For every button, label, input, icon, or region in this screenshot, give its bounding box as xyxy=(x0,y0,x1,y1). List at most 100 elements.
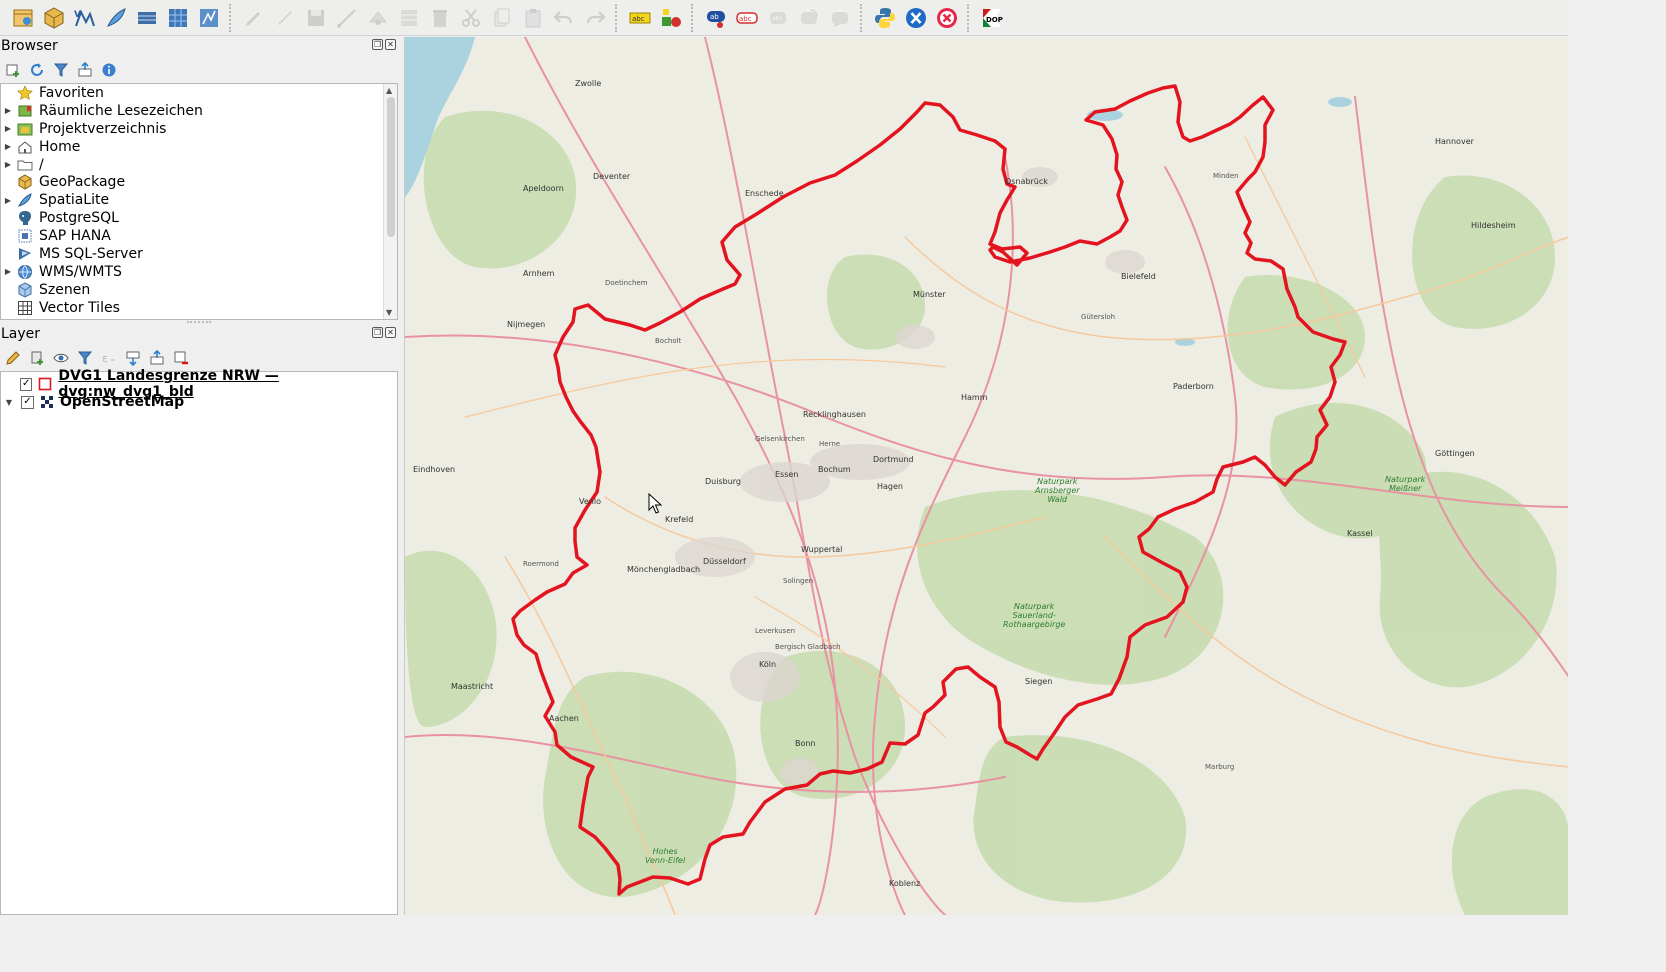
svg-text:V: V xyxy=(74,10,81,20)
map-park-label: Naturpark Arnsberger Wald xyxy=(1035,477,1080,504)
scrollbar-thumb[interactable] xyxy=(387,97,395,237)
polygon-outline-symbol-icon xyxy=(38,377,52,391)
geopackage-icon xyxy=(17,174,33,190)
info-icon[interactable] xyxy=(100,61,118,79)
browser-item-vector-tiles[interactable]: Vector Tiles xyxy=(1,299,397,317)
label-highlight-icon[interactable]: abc xyxy=(734,5,760,31)
browser-item-home[interactable]: ▶ Home xyxy=(1,138,397,156)
label-move-icon: abc xyxy=(765,5,791,31)
filter-legend-icon[interactable] xyxy=(76,349,94,367)
map-place-label: Wuppertal xyxy=(801,545,843,554)
plugin-x-icon[interactable] xyxy=(903,5,929,31)
browser-item-szenen[interactable]: Szenen xyxy=(1,281,397,299)
scroll-down-icon[interactable]: ▼ xyxy=(386,308,392,317)
browser-item-räumliche-lesezeichen[interactable]: ▶ Räumliche Lesezeichen xyxy=(1,102,397,120)
toolbar-separator xyxy=(691,3,697,32)
browser-item-label: Projektverzeichnis xyxy=(39,120,167,137)
layer-diagram-icon[interactable] xyxy=(658,5,684,31)
map-place-label: Zwolle xyxy=(575,79,602,88)
new-spatialite-layer-icon[interactable] xyxy=(103,5,129,31)
close-panel-icon[interactable]: ✕ xyxy=(385,39,396,50)
dop-plugin-icon[interactable]: DOP xyxy=(979,5,1005,31)
browser-item-label: GeoPackage xyxy=(39,174,126,191)
new-shapefile-layer-icon[interactable]: V xyxy=(72,5,98,31)
raster-tile-icon xyxy=(40,395,54,409)
label-pin-icon[interactable]: ab xyxy=(703,5,729,31)
new-geopackage-layer-icon[interactable] xyxy=(41,5,67,31)
map-place-label: Hildesheim xyxy=(1471,221,1516,230)
browser-item-favoriten[interactable]: Favoriten xyxy=(1,84,397,102)
browser-toolbar xyxy=(0,56,399,83)
browser-item-spatialite[interactable]: ▶ SpatiaLite xyxy=(1,191,397,209)
map-place-label: Hagen xyxy=(877,482,903,491)
label-toolbar-icon[interactable]: abc xyxy=(627,5,653,31)
plugin-close-icon[interactable] xyxy=(934,5,960,31)
collapse-arrow-icon[interactable]: ▼ xyxy=(1,394,17,411)
map-place-label: Essen xyxy=(775,470,799,479)
map-canvas[interactable]: Zwolle Deventer Apeldoorn Enschede Arnhem Nij… xyxy=(404,37,1568,915)
filter-icon[interactable] xyxy=(52,61,70,79)
layer-styling-icon[interactable] xyxy=(4,349,22,367)
manage-visibility-icon[interactable] xyxy=(52,349,70,367)
float-panel-icon[interactable]: ❐ xyxy=(372,39,383,50)
map-place-label: Apeldoorn xyxy=(523,184,564,193)
scroll-up-icon[interactable]: ▲ xyxy=(386,86,392,95)
map-place-label: Dortmund xyxy=(873,455,914,464)
bookmark-icon xyxy=(17,103,33,119)
browser-title-text: Browser xyxy=(1,38,58,54)
save-edits-icon xyxy=(303,5,329,31)
globe-icon xyxy=(17,264,33,280)
collapse-all-icon[interactable] xyxy=(148,349,166,367)
remove-layer-icon[interactable] xyxy=(172,349,190,367)
open-data-source-manager-icon[interactable] xyxy=(10,5,36,31)
layer-item-nrw-boundary[interactable]: ✓ DVG1 Landesgrenze NRW — dvg:nw_dvg1_bld xyxy=(1,368,397,400)
expand-all-icon[interactable] xyxy=(124,349,142,367)
add-group-icon[interactable] xyxy=(28,349,46,367)
browser-item-sap-hana[interactable]: SAP HANA xyxy=(1,227,397,245)
layer-title-text: Layer xyxy=(1,326,41,342)
layer-visibility-checkbox[interactable]: ✓ xyxy=(21,395,34,409)
layer-visibility-checkbox[interactable]: ✓ xyxy=(20,377,33,391)
browser-item-ms-sql-server[interactable]: MS SQL-Server xyxy=(1,245,397,263)
expand-arrow-icon[interactable]: ▶ xyxy=(1,156,15,173)
map-park-label: Hohes Venn-Eifel xyxy=(645,847,686,865)
browser-item-wms-wmts[interactable]: ▶ WMS/WMTS xyxy=(1,263,397,281)
map-place-label: Herne xyxy=(819,440,841,448)
python-console-icon[interactable] xyxy=(872,5,898,31)
expand-arrow-icon[interactable]: ▶ xyxy=(1,192,15,209)
map-place-label: Bocholt xyxy=(655,337,682,345)
add-wfs-layer-icon[interactable] xyxy=(196,5,222,31)
edit-pencil-icon xyxy=(241,5,267,31)
add-selected-layers-icon[interactable] xyxy=(4,61,22,79)
collapse-all-icon[interactable] xyxy=(76,61,94,79)
add-raster-layer-icon[interactable] xyxy=(165,5,191,31)
map-place-label: Roermond xyxy=(523,560,559,568)
main-toolbar: Vabc ab abc abc DOP xyxy=(0,0,1568,36)
browser-item-geopackage[interactable]: GeoPackage xyxy=(1,173,397,191)
map-place-label: Mönchengladbach xyxy=(627,565,701,574)
map-place-label: Duisburg xyxy=(705,477,741,486)
expand-arrow-icon[interactable]: ▶ xyxy=(1,138,15,155)
toolbar-separator xyxy=(860,3,866,32)
map-place-label: Siegen xyxy=(1025,677,1053,686)
refresh-icon[interactable] xyxy=(28,61,46,79)
browser-item-label: WMS/WMTS xyxy=(39,263,122,280)
browser-item-projektverzeichnis[interactable]: ▶ Projektverzeichnis xyxy=(1,120,397,138)
expand-arrow-icon[interactable]: ▶ xyxy=(1,120,15,137)
expand-arrow-icon[interactable]: ▶ xyxy=(1,102,15,119)
add-wms-layer-icon[interactable] xyxy=(134,5,160,31)
toggle-editing-icon xyxy=(272,5,298,31)
browser-item-[interactable]: ▶ / xyxy=(1,156,397,174)
layer-tree: ✓ DVG1 Landesgrenze NRW — dvg:nw_dvg1_bld… xyxy=(0,368,398,915)
layer-panel-title: Layer ❐ ✕ xyxy=(0,324,399,344)
browser-item-postgresql[interactable]: PostgreSQL xyxy=(1,209,397,227)
browser-scrollbar[interactable]: ▲ ▼ xyxy=(383,84,397,319)
spatialite-icon xyxy=(17,192,33,208)
close-panel-icon[interactable]: ✕ xyxy=(385,327,396,338)
expand-arrow-icon[interactable]: ▶ xyxy=(1,263,15,280)
scene-icon xyxy=(17,282,33,298)
float-panel-icon[interactable]: ❐ xyxy=(372,327,383,338)
